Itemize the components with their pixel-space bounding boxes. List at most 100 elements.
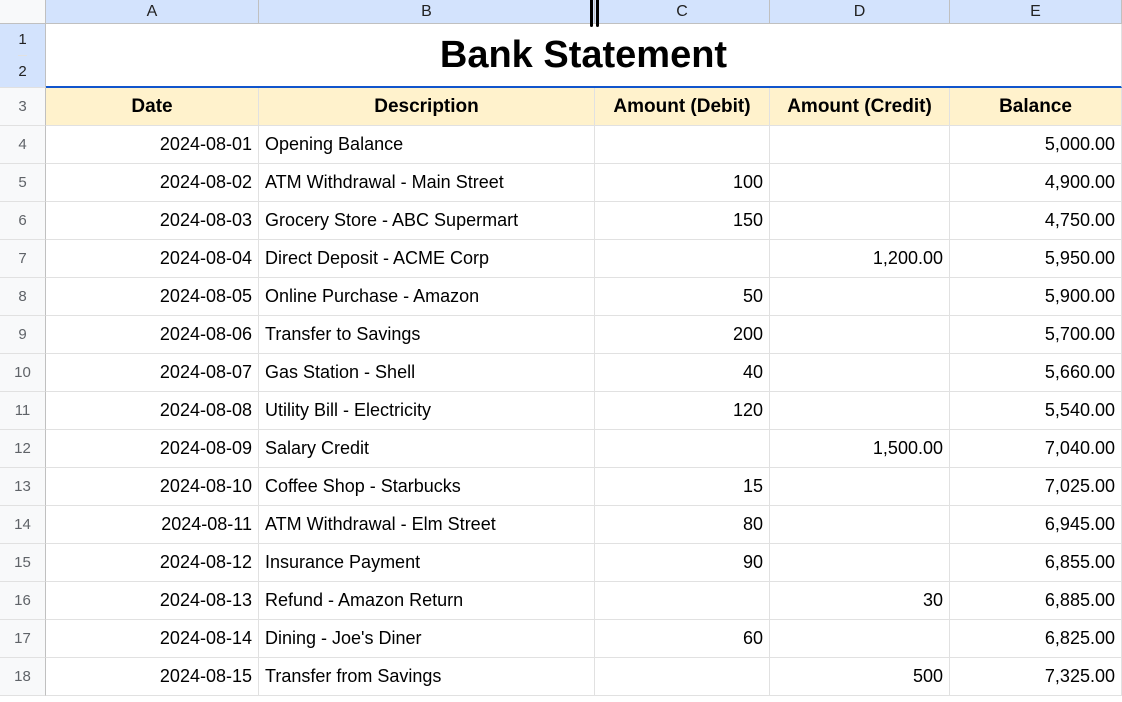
cell-description[interactable]: ATM Withdrawal - Elm Street <box>259 506 595 544</box>
header-balance[interactable]: Balance <box>950 88 1122 126</box>
col-resize-handle-icon[interactable] <box>589 0 599 27</box>
cell-debit[interactable]: 100 <box>595 164 770 202</box>
cell-debit[interactable]: 40 <box>595 354 770 392</box>
cell-balance[interactable]: 5,540.00 <box>950 392 1122 430</box>
cell-date[interactable]: 2024-08-01 <box>46 126 259 164</box>
cell-date[interactable]: 2024-08-03 <box>46 202 259 240</box>
cell-balance[interactable]: 6,945.00 <box>950 506 1122 544</box>
cell-description[interactable]: Grocery Store - ABC Supermart <box>259 202 595 240</box>
cell-description[interactable]: Transfer to Savings <box>259 316 595 354</box>
cell-description[interactable]: Direct Deposit - ACME Corp <box>259 240 595 278</box>
cell-balance[interactable]: 7,025.00 <box>950 468 1122 506</box>
cell-debit[interactable] <box>595 240 770 278</box>
row-header-3[interactable]: 3 <box>0 88 46 126</box>
cell-debit[interactable] <box>595 658 770 696</box>
cell-credit[interactable] <box>770 278 950 316</box>
cell-description[interactable]: Salary Credit <box>259 430 595 468</box>
col-header-c[interactable]: C <box>595 0 770 24</box>
cell-debit[interactable]: 60 <box>595 620 770 658</box>
select-all-corner[interactable] <box>0 0 46 24</box>
col-header-d[interactable]: D <box>770 0 950 24</box>
cell-date[interactable]: 2024-08-13 <box>46 582 259 620</box>
cell-description[interactable]: Opening Balance <box>259 126 595 164</box>
title-cell[interactable]: Bank Statement <box>46 24 1122 88</box>
row-header-1[interactable]: 1 <box>18 24 26 56</box>
row-header-5[interactable]: 5 <box>0 164 46 202</box>
row-header-16[interactable]: 16 <box>0 582 46 620</box>
cell-credit[interactable] <box>770 544 950 582</box>
cell-date[interactable]: 2024-08-14 <box>46 620 259 658</box>
row-header-15[interactable]: 15 <box>0 544 46 582</box>
cell-balance[interactable]: 5,900.00 <box>950 278 1122 316</box>
cell-date[interactable]: 2024-08-12 <box>46 544 259 582</box>
cell-debit[interactable] <box>595 582 770 620</box>
cell-credit[interactable] <box>770 620 950 658</box>
header-credit[interactable]: Amount (Credit) <box>770 88 950 126</box>
cell-date[interactable]: 2024-08-02 <box>46 164 259 202</box>
row-header-14[interactable]: 14 <box>0 506 46 544</box>
cell-credit[interactable]: 1,200.00 <box>770 240 950 278</box>
row-header-8[interactable]: 8 <box>0 278 46 316</box>
cell-debit[interactable] <box>595 126 770 164</box>
col-header-b[interactable]: B <box>259 0 595 24</box>
cell-date[interactable]: 2024-08-04 <box>46 240 259 278</box>
row-header-10[interactable]: 10 <box>0 354 46 392</box>
cell-description[interactable]: Insurance Payment <box>259 544 595 582</box>
cell-description[interactable]: Online Purchase - Amazon <box>259 278 595 316</box>
cell-description[interactable]: Refund - Amazon Return <box>259 582 595 620</box>
cell-credit[interactable] <box>770 468 950 506</box>
cell-credit[interactable] <box>770 316 950 354</box>
row-header-4[interactable]: 4 <box>0 126 46 164</box>
cell-credit[interactable]: 30 <box>770 582 950 620</box>
cell-date[interactable]: 2024-08-10 <box>46 468 259 506</box>
cell-credit[interactable] <box>770 354 950 392</box>
row-header-title-block[interactable]: 1 2 <box>0 24 46 88</box>
cell-balance[interactable]: 6,885.00 <box>950 582 1122 620</box>
cell-description[interactable]: Utility Bill - Electricity <box>259 392 595 430</box>
cell-date[interactable]: 2024-08-05 <box>46 278 259 316</box>
cell-balance[interactable]: 6,855.00 <box>950 544 1122 582</box>
col-header-e[interactable]: E <box>950 0 1122 24</box>
cell-credit[interactable] <box>770 164 950 202</box>
cell-debit[interactable]: 50 <box>595 278 770 316</box>
row-header-17[interactable]: 17 <box>0 620 46 658</box>
row-header-13[interactable]: 13 <box>0 468 46 506</box>
cell-balance[interactable]: 7,040.00 <box>950 430 1122 468</box>
cell-description[interactable]: Transfer from Savings <box>259 658 595 696</box>
cell-credit[interactable]: 1,500.00 <box>770 430 950 468</box>
cell-balance[interactable]: 5,000.00 <box>950 126 1122 164</box>
cell-balance[interactable]: 7,325.00 <box>950 658 1122 696</box>
header-debit[interactable]: Amount (Debit) <box>595 88 770 126</box>
cell-balance[interactable]: 5,950.00 <box>950 240 1122 278</box>
cell-debit[interactable]: 150 <box>595 202 770 240</box>
cell-balance[interactable]: 4,900.00 <box>950 164 1122 202</box>
cell-debit[interactable]: 15 <box>595 468 770 506</box>
cell-date[interactable]: 2024-08-06 <box>46 316 259 354</box>
cell-credit[interactable] <box>770 126 950 164</box>
cell-date[interactable]: 2024-08-09 <box>46 430 259 468</box>
row-header-12[interactable]: 12 <box>0 430 46 468</box>
cell-credit[interactable] <box>770 506 950 544</box>
row-header-11[interactable]: 11 <box>0 392 46 430</box>
cell-description[interactable]: ATM Withdrawal - Main Street <box>259 164 595 202</box>
cell-debit[interactable]: 120 <box>595 392 770 430</box>
cell-date[interactable]: 2024-08-08 <box>46 392 259 430</box>
cell-debit[interactable]: 80 <box>595 506 770 544</box>
header-description[interactable]: Description <box>259 88 595 126</box>
cell-description[interactable]: Dining - Joe's Diner <box>259 620 595 658</box>
row-header-7[interactable]: 7 <box>0 240 46 278</box>
row-header-2[interactable]: 2 <box>18 56 26 87</box>
cell-credit[interactable] <box>770 202 950 240</box>
header-date[interactable]: Date <box>46 88 259 126</box>
cell-balance[interactable]: 5,700.00 <box>950 316 1122 354</box>
cell-date[interactable]: 2024-08-11 <box>46 506 259 544</box>
cell-balance[interactable]: 4,750.00 <box>950 202 1122 240</box>
cell-credit[interactable]: 500 <box>770 658 950 696</box>
cell-debit[interactable]: 200 <box>595 316 770 354</box>
col-header-a[interactable]: A <box>46 0 259 24</box>
row-header-18[interactable]: 18 <box>0 658 46 696</box>
cell-date[interactable]: 2024-08-07 <box>46 354 259 392</box>
cell-balance[interactable]: 6,825.00 <box>950 620 1122 658</box>
row-header-6[interactable]: 6 <box>0 202 46 240</box>
cell-description[interactable]: Coffee Shop - Starbucks <box>259 468 595 506</box>
